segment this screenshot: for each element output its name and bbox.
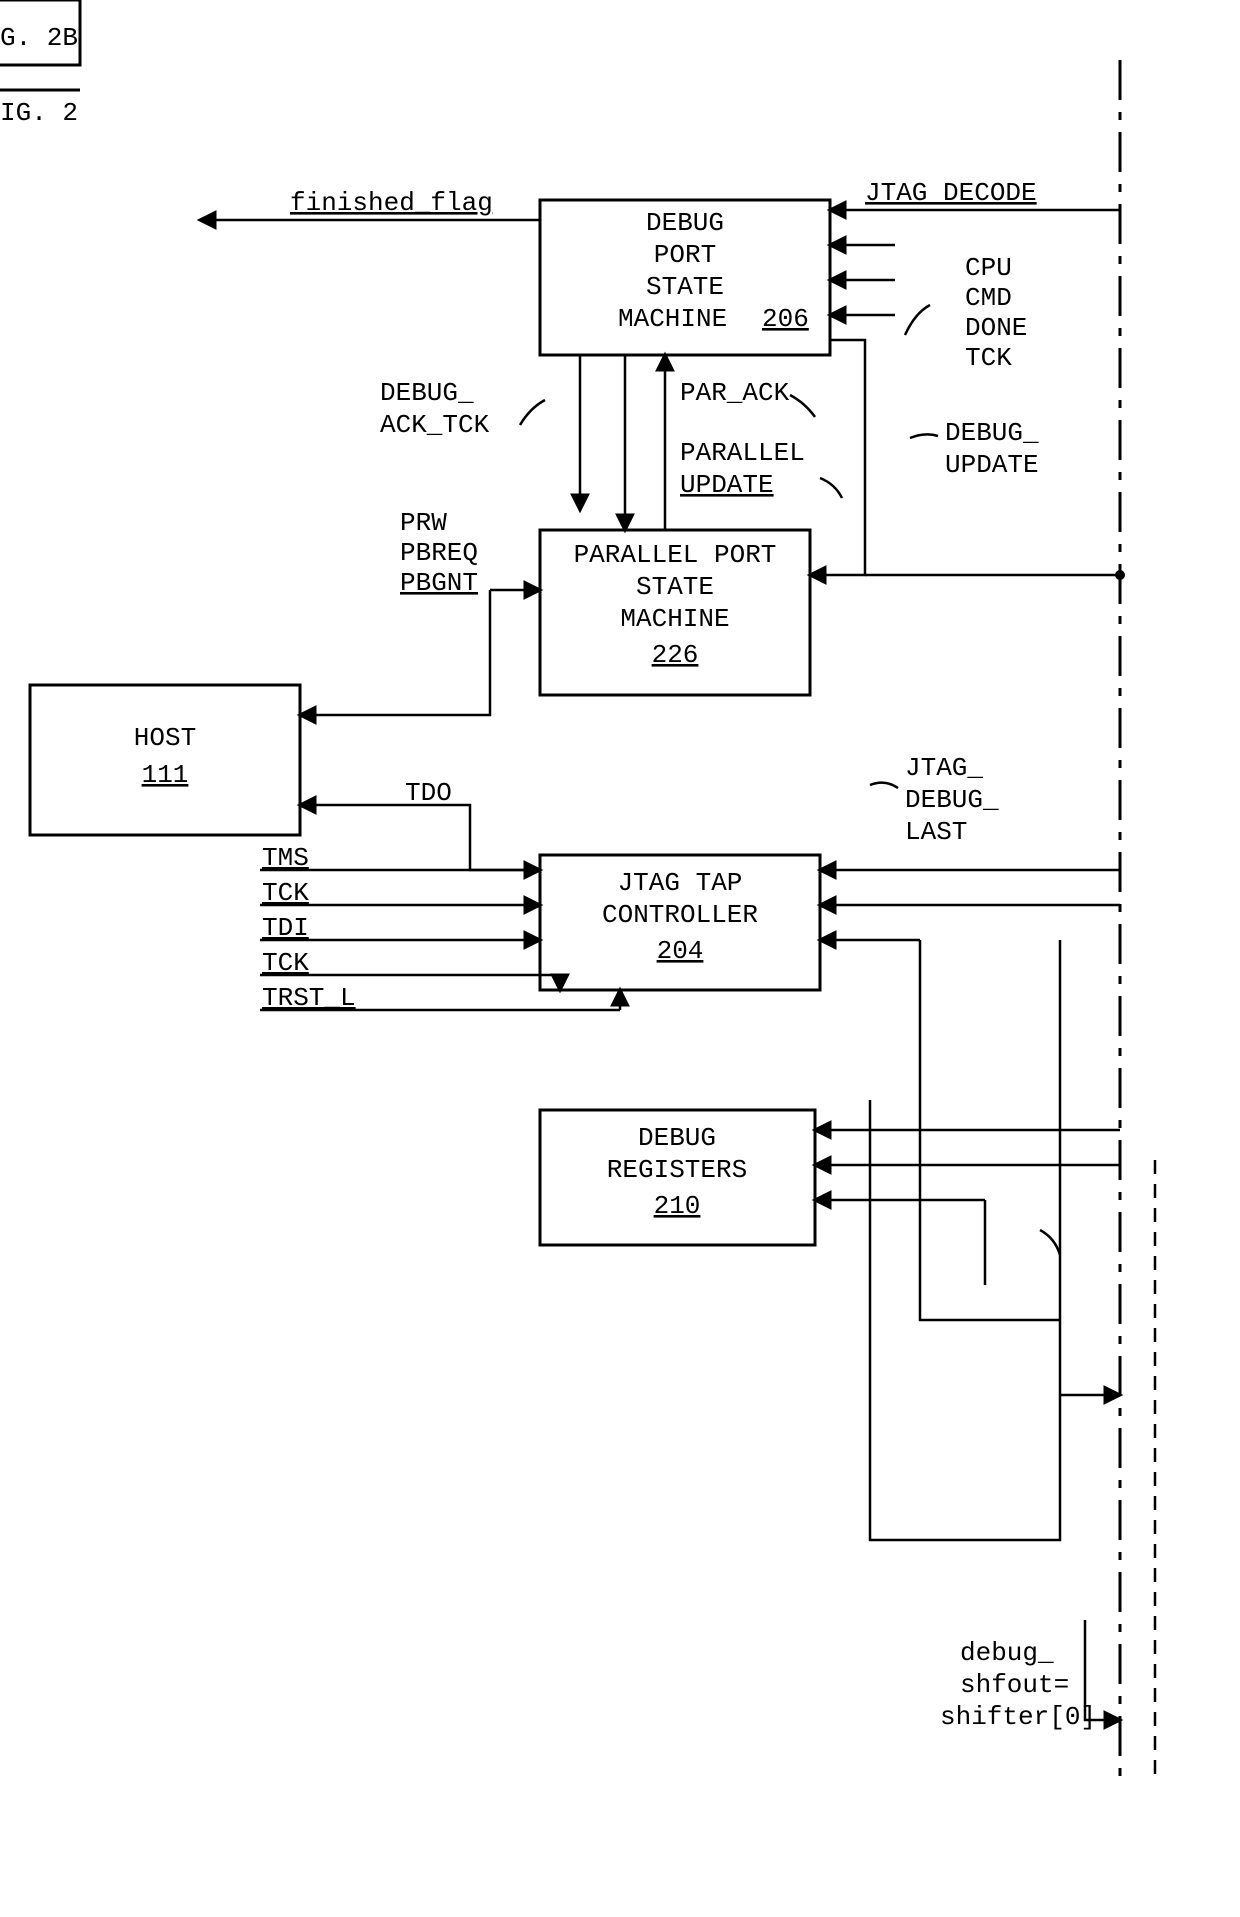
svg-text:204: 204 (657, 936, 704, 966)
label-jtag-decode: JTAG DECODE (865, 178, 1037, 208)
label-trst: TRST_L (262, 983, 356, 1013)
tick-debug-update (910, 434, 938, 438)
wire-return-up (870, 940, 1060, 1540)
label-debug-update-2: UPDATE (945, 450, 1039, 480)
fig-tab-label: G. 2B (0, 23, 78, 53)
label-shf2: shfout= (960, 1670, 1069, 1700)
svg-text:226: 226 (652, 640, 699, 670)
tick-par-update (820, 478, 842, 498)
tick-debug-ack (520, 400, 545, 425)
svg-text:CONTROLLER: CONTROLLER (602, 900, 758, 930)
wire-dpsm-to-ppsm-right (810, 340, 865, 575)
tick-jtag-dbg (870, 783, 898, 788)
svg-text:206: 206 (762, 304, 809, 334)
wire-host-up (300, 590, 490, 715)
label-debug-update-1: DEBUG_ (945, 418, 1039, 448)
label-pbgnt: PBGNT (400, 568, 478, 598)
label-debug: DEBUG_ (380, 378, 474, 408)
tick-cpu (905, 305, 930, 335)
label-jtag-dbg-2: DEBUG_ (905, 785, 999, 815)
figure-tab: G. 2B IG. 2 (0, 0, 80, 128)
label-done: DONE (965, 313, 1027, 343)
svg-text:MACHINE: MACHINE (620, 604, 729, 634)
svg-text:111: 111 (142, 760, 189, 790)
label-tck2: TCK (262, 948, 309, 978)
label-par-ack: PAR_ACK (680, 378, 790, 408)
svg-text:JTAG TAP: JTAG TAP (618, 868, 743, 898)
svg-text:PARALLEL PORT: PARALLEL PORT (574, 540, 777, 570)
tick-dreg (1040, 1230, 1060, 1255)
label-tdo: TDO (405, 778, 452, 808)
block-debug-registers: DEBUG REGISTERS 210 (540, 1110, 815, 1245)
label-update: UPDATE (680, 470, 774, 500)
label-parallel: PARALLEL (680, 438, 805, 468)
label-finished-flag: finished_flag (290, 188, 493, 218)
svg-text:STATE: STATE (636, 572, 714, 602)
label-tms: TMS (262, 843, 309, 873)
label-cmd: CMD (965, 283, 1012, 313)
svg-text:STATE: STATE (646, 272, 724, 302)
label-jtag-dbg-1: JTAG_ (905, 753, 983, 783)
tick-par-ack (790, 395, 815, 417)
wire-tdo (300, 805, 540, 870)
block-host: HOST 111 (30, 685, 300, 835)
block-debug-port-state-machine: DEBUG PORT STATE MACHINE 206 (540, 200, 830, 355)
label-prw: PRW (400, 508, 447, 538)
label-tck: TCK (262, 878, 309, 908)
label-pbreq: PBREQ (400, 538, 478, 568)
label-shf1: debug_ (960, 1638, 1054, 1668)
label-ack-tck: ACK_TCK (380, 410, 490, 440)
svg-text:DEBUG: DEBUG (638, 1123, 716, 1153)
label-cpu: CPU (965, 253, 1012, 283)
svg-text:HOST: HOST (134, 723, 196, 753)
fig-caption: IG. 2 (0, 98, 78, 128)
block-parallel-port-state-machine: PARALLEL PORT STATE MACHINE 226 (540, 530, 810, 695)
label-shf3: shifter[0] (940, 1702, 1096, 1732)
label-jtag-dbg-3: LAST (905, 817, 967, 847)
svg-text:DEBUG: DEBUG (646, 208, 724, 238)
label-tck-r: TCK (965, 343, 1012, 373)
label-tdi: TDI (262, 913, 309, 943)
svg-text:PORT: PORT (654, 240, 716, 270)
block-jtag-tap-controller: JTAG TAP CONTROLLER 204 (540, 855, 820, 990)
svg-text:REGISTERS: REGISTERS (607, 1155, 747, 1185)
node-debug-update (1115, 570, 1125, 580)
svg-text:210: 210 (654, 1191, 701, 1221)
svg-text:MACHINE: MACHINE (618, 304, 727, 334)
